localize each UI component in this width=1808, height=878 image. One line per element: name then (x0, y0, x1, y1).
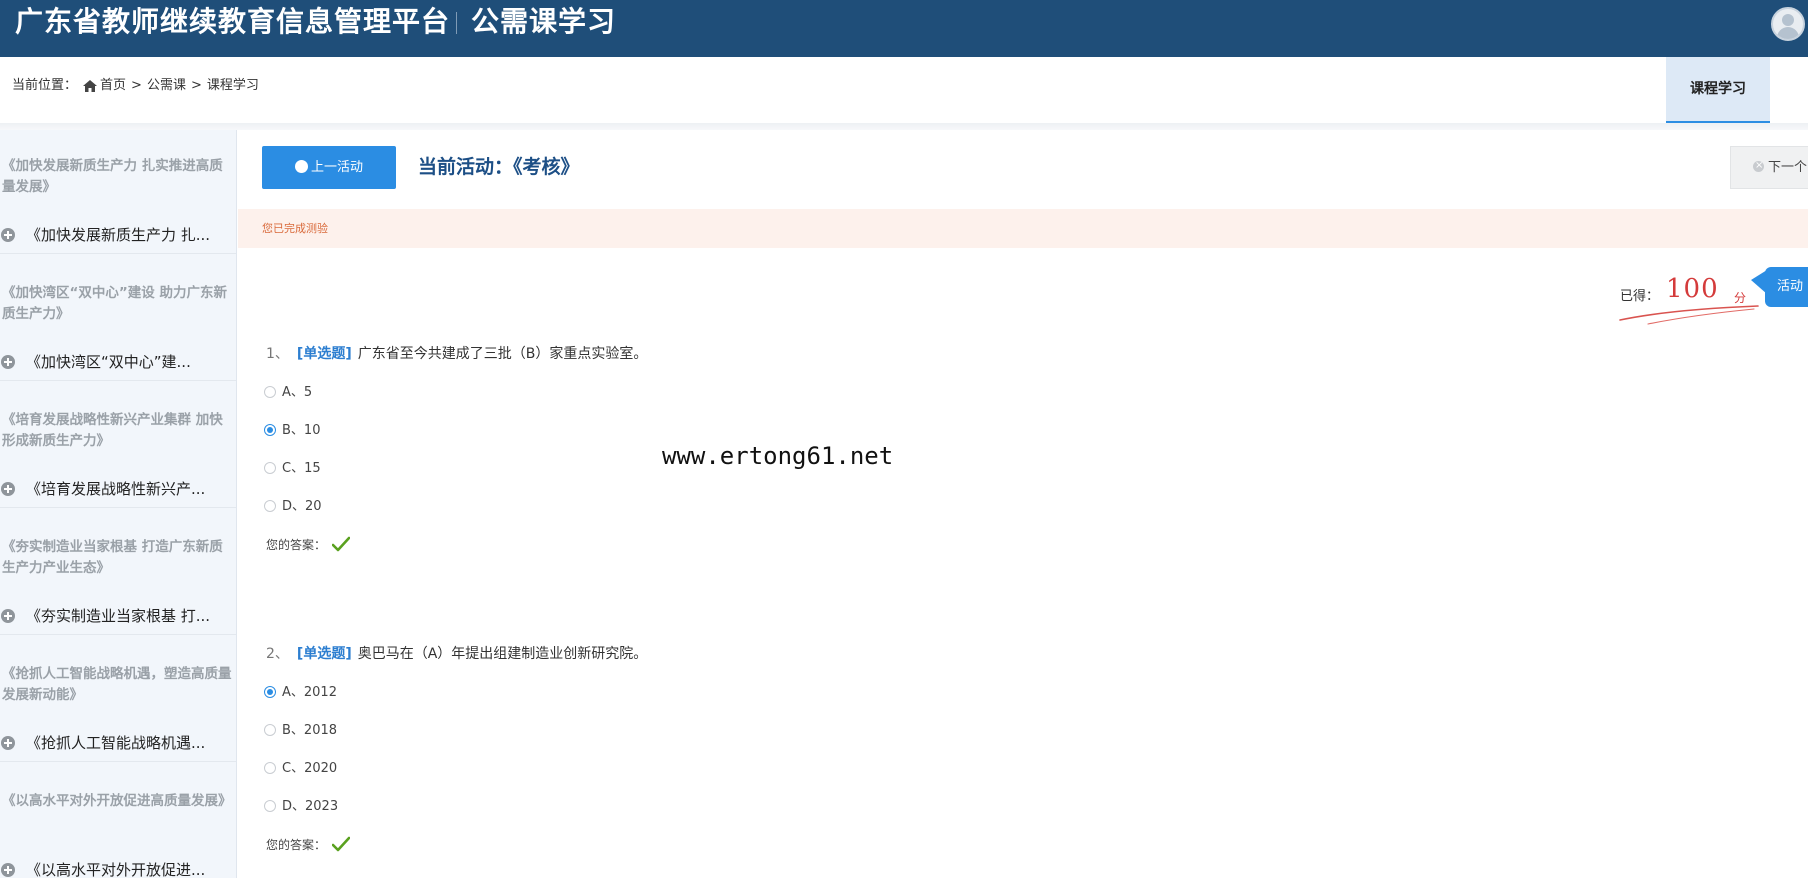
option-radio[interactable]: D、2023 (264, 798, 338, 816)
question-title: 2、 [单选题] 奥巴马在（A）年提出组建制造业创新研究院。 (266, 644, 647, 664)
radio-button-selected[interactable] (264, 686, 276, 698)
breadcrumb-separator: > (190, 78, 202, 93)
breadcrumb: 当前位置： 首页 > 公需课 > 课程学习 (12, 77, 259, 96)
sidebar-group-title: 《培育发展战略性新兴产业集群 加快形成新质生产力》 (2, 412, 223, 449)
radio-button[interactable] (264, 724, 276, 736)
sidebar-item-label: 《加快发展新质生产力 扎... (26, 226, 211, 244)
breadcrumb-course-study: 课程学习 (206, 78, 259, 93)
activity-side-tab[interactable]: 活动 (1765, 267, 1808, 307)
site-watermark: www.ertong61.net (662, 442, 894, 470)
sidebar-item[interactable]: 《培育发展战略性新兴产... (0, 472, 236, 508)
radio-button-selected[interactable] (264, 424, 276, 436)
sidebar-item[interactable]: 《加快发展新质生产力 扎... (0, 218, 236, 254)
radio-button[interactable] (264, 386, 276, 398)
expand-plus-icon[interactable] (1, 228, 15, 242)
sidebar-group-title: 《加快湾区“双中心”建设 助力广东新质生产力》 (2, 285, 227, 322)
option-radio[interactable]: D、20 (264, 498, 322, 516)
expand-plus-icon[interactable] (1, 609, 15, 623)
main-content: 上一活动 当前活动：《考核》 下一个 您已完成测验 已得： 100 分 活动 1… (238, 130, 1808, 878)
breadcrumb-bar: 当前位置： 首页 > 公需课 > 课程学习 (0, 57, 1808, 124)
option-label: B、10 (282, 423, 321, 438)
sidebar-item-label: 《抢抓人工智能战略机遇... (26, 734, 206, 752)
expand-plus-icon[interactable] (1, 482, 15, 496)
home-icon (83, 80, 98, 92)
top-header: 广东省教师继续教育信息管理平台 公需课学习 (0, 0, 1808, 57)
sidebar-item[interactable]: 《夯实制造业当家根基 打... (0, 599, 236, 635)
option-label: C、15 (282, 461, 321, 476)
sidebar-group-title: 《夯实制造业当家根基 打造广东新质生产力产业生态》 (2, 539, 223, 576)
sidebar-group-title: 《抢抓人工智能战略机遇，塑造高质量发展新动能》 (2, 666, 232, 703)
sidebar-item[interactable]: 《加快湾区“双中心”建... (0, 345, 236, 381)
expand-plus-icon[interactable] (1, 355, 15, 369)
radio-button[interactable] (264, 462, 276, 474)
option-label: A、5 (282, 385, 313, 400)
question-number: 2、 (266, 646, 289, 662)
breadcrumb-label: 当前位置： (12, 78, 78, 93)
option-radio[interactable]: B、10 (264, 422, 320, 440)
question-title: 1、 [单选题] 广东省至今共建成了三批（B）家重点实验室。 (266, 344, 647, 364)
option-radio[interactable]: B、2018 (264, 722, 337, 740)
tab-course-study[interactable]: 课程学习 (1666, 57, 1770, 123)
check-icon (332, 836, 351, 852)
option-radio[interactable]: A、2012 (264, 684, 337, 702)
option-label: D、20 (282, 499, 322, 514)
site-title: 广东省教师继续教育信息管理平台 (15, 5, 451, 38)
option-radio[interactable]: C、2020 (264, 760, 337, 778)
option-radio[interactable]: A、5 (264, 384, 312, 402)
breadcrumb-public-course[interactable]: 公需课 (147, 78, 186, 93)
radio-button[interactable] (264, 800, 276, 812)
question-type: [单选题] (296, 346, 352, 362)
avatar-head (1782, 14, 1794, 26)
breadcrumb-separator: > (131, 78, 142, 93)
circle-icon (294, 160, 308, 173)
your-answer: 您的答案： (266, 536, 351, 554)
avatar-body (1777, 27, 1799, 39)
question-number: 1、 (266, 346, 289, 362)
radio-button[interactable] (264, 500, 276, 512)
question-text: 广东省至今共建成了三批（B）家重点实验室。 (357, 346, 648, 362)
score-underline-swash (1619, 305, 1759, 325)
option-label: B、2018 (282, 723, 338, 738)
completion-notice: 您已完成测验 (238, 209, 1808, 248)
sidebar-item[interactable]: 《以高水平对外开放促进... (0, 853, 236, 878)
user-avatar-icon[interactable] (1771, 7, 1805, 41)
section-title: 公需课学习 (471, 5, 617, 38)
breadcrumb-home[interactable]: 首页 (100, 78, 126, 93)
prev-activity-label: 上一活动 (310, 160, 363, 175)
title-divider (456, 12, 457, 34)
answer-label: 您的答案： (266, 838, 327, 852)
option-label: C、2020 (282, 761, 338, 776)
option-radio[interactable]: C、15 (264, 460, 321, 478)
expand-plus-icon[interactable] (1, 736, 15, 750)
radio-button[interactable] (264, 762, 276, 774)
question-text: 奥巴马在（A）年提出组建制造业创新研究院。 (357, 646, 648, 662)
answer-label: 您的答案： (266, 538, 327, 552)
disabled-x-icon (1753, 156, 1764, 176)
option-label: A、2012 (282, 685, 337, 700)
sidebar-item-label: 《加快湾区“双中心”建... (26, 353, 191, 371)
sidebar-group-title: 《加快发展新质生产力 扎实推进高质量发展》 (2, 158, 223, 195)
notice-text: 您已完成测验 (262, 222, 328, 235)
sidebar-group-title: 《以高水平对外开放促进高质量发展》 (2, 793, 232, 809)
sidebar-item-label: 《以高水平对外开放促进... (26, 861, 206, 878)
expand-plus-icon[interactable] (1, 863, 15, 877)
sidebar-item-label: 《夯实制造业当家根基 打... (26, 607, 211, 625)
prev-activity-button[interactable]: 上一活动 (262, 146, 396, 189)
your-answer: 您的答案： (266, 836, 351, 854)
sidebar-item-label: 《培育发展战略性新兴产... (26, 480, 206, 498)
sidebar-item[interactable]: 《抢抓人工智能战略机遇... (0, 726, 236, 762)
next-activity-label: 下一个 (1768, 160, 1808, 175)
question-type: [单选题] (296, 646, 352, 662)
option-label: D、2023 (282, 799, 339, 814)
next-activity-button[interactable]: 下一个 (1730, 146, 1808, 189)
check-icon (332, 536, 351, 552)
divider-strip (0, 123, 1808, 130)
current-activity-title: 当前活动：《考核》 (418, 156, 580, 178)
course-sidebar: 《加快发展新质生产力 扎实推进高质量发展》 《加快发展新质生产力 扎... 《加… (0, 130, 237, 878)
